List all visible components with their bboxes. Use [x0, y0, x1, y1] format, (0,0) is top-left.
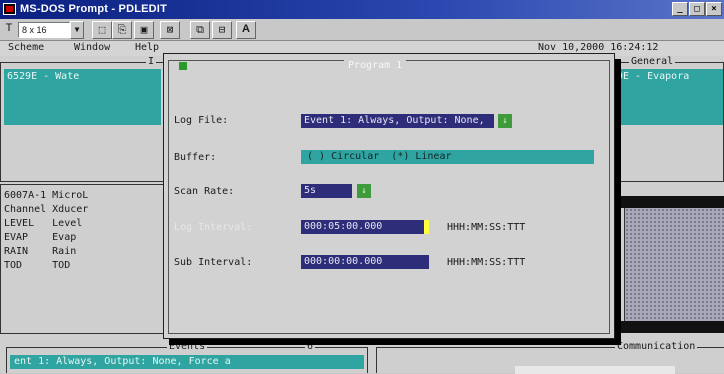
list-item[interactable]: 6007A-1 MicroL [4, 190, 88, 201]
buffer-radio-group[interactable]: ( ) Circular (*) Linear [301, 150, 594, 164]
list-item[interactable]: RAIN Rain [4, 246, 76, 257]
left-top-list[interactable]: 6529E - Wate [4, 69, 161, 125]
menu-help[interactable]: Help [135, 42, 159, 53]
menu-window[interactable]: Window [74, 42, 110, 53]
left-top-panel: I 6529E - Wate [0, 56, 165, 182]
full-screen-icon[interactable]: ⊠ [160, 21, 180, 39]
communication-panel-title: Communication [615, 341, 698, 352]
log-file-dropdown-button[interactable]: ↓ [498, 114, 512, 128]
events-row-text[interactable]: ent 1: Always, Output: None, Force a [14, 356, 231, 367]
list-item[interactable]: Channel Xducer [4, 204, 88, 215]
dos-screen: Scheme Window Help Nov 10,2000 16:24:12 … [0, 41, 724, 374]
window-title-bar[interactable]: MS-DOS Prompt - PDLEDIT _ □ × [0, 0, 724, 19]
events-panel-marker: 6 [305, 341, 316, 352]
background-icon[interactable]: ⊟ [212, 21, 232, 39]
log-interval-format: HHH:MM:SS:TTT [447, 222, 526, 233]
left-top-row[interactable]: 6529E - Wate [7, 71, 79, 82]
menu-scheme[interactable]: Scheme [8, 42, 44, 53]
list-item[interactable]: EVAP Evap [4, 232, 76, 243]
log-file-label: Log File: [174, 115, 229, 126]
close-button[interactable]: × [706, 2, 722, 16]
dialog-close-icon[interactable] [179, 62, 187, 70]
font-icon: T [5, 22, 13, 34]
log-interval-label: Log Interval: [174, 222, 253, 233]
events-row[interactable]: ent 1: Always, Output: None, Force a [10, 355, 364, 369]
sub-interval-format: HHH:MM:SS:TTT [447, 257, 526, 268]
scan-rate-label: Scan Rate: [174, 186, 235, 197]
dialog-frame: Program 1 [168, 60, 610, 334]
sub-interval-label: Sub Interval: [174, 257, 253, 268]
dotted-area [624, 208, 724, 321]
log-file-field[interactable]: Event 1: Always, Output: None, [301, 114, 494, 128]
log-interval-field[interactable]: 000:05:00.000 [301, 220, 424, 234]
general-row[interactable]: 9E - Evapora [617, 71, 689, 82]
copy-icon[interactable]: ⎘ [112, 21, 132, 39]
channel-panel: 6007A-1 MicroL Channel Xducer LEVEL Leve… [0, 184, 165, 334]
minimize-button[interactable]: _ [672, 2, 688, 16]
chevron-down-icon[interactable]: ▼ [70, 21, 84, 39]
properties-icon[interactable]: ⧉ [190, 21, 210, 39]
maximize-button[interactable]: □ [689, 2, 705, 16]
scan-rate-field[interactable]: 5s [301, 184, 352, 198]
dialog-title: Program 1 [344, 60, 407, 71]
general-panel: General 9E - Evapora [614, 56, 724, 182]
paste-icon[interactable]: ▣ [134, 21, 154, 39]
general-list[interactable]: 9E - Evapora [615, 69, 723, 125]
communication-panel: Communication [376, 341, 724, 374]
datetime: Nov 10,2000 16:24:12 [538, 42, 659, 53]
scan-rate-dropdown-button[interactable]: ↓ [357, 184, 371, 198]
general-panel-title: General [629, 56, 676, 67]
left-top-panel-title: I [146, 56, 157, 67]
list-item[interactable]: LEVEL Level [4, 218, 82, 229]
mark-icon[interactable]: ⬚ [92, 21, 112, 39]
toolbar: T 8 x 16 ▼ ⬚ ⎘ ▣ ⊠ ⧉ ⊟ A [0, 19, 724, 41]
font-size-select[interactable]: 8 x 16 [18, 22, 70, 38]
events-panel-title: Events [167, 341, 208, 352]
buffer-label: Buffer: [174, 152, 217, 163]
program-dialog: Program 1 Log File: Event 1: Always, Out… [163, 53, 615, 339]
text-cursor [424, 220, 429, 234]
sub-interval-field[interactable]: 000:00:00.000 [301, 255, 429, 269]
list-item[interactable]: TOD TOD [4, 260, 70, 271]
ms-dos-icon[interactable] [3, 3, 16, 15]
window-title: MS-DOS Prompt - PDLEDIT [20, 3, 167, 15]
events-panel: Events 6 ent 1: Always, Output: None, Fo… [6, 341, 368, 373]
font-button[interactable]: A [236, 21, 256, 39]
